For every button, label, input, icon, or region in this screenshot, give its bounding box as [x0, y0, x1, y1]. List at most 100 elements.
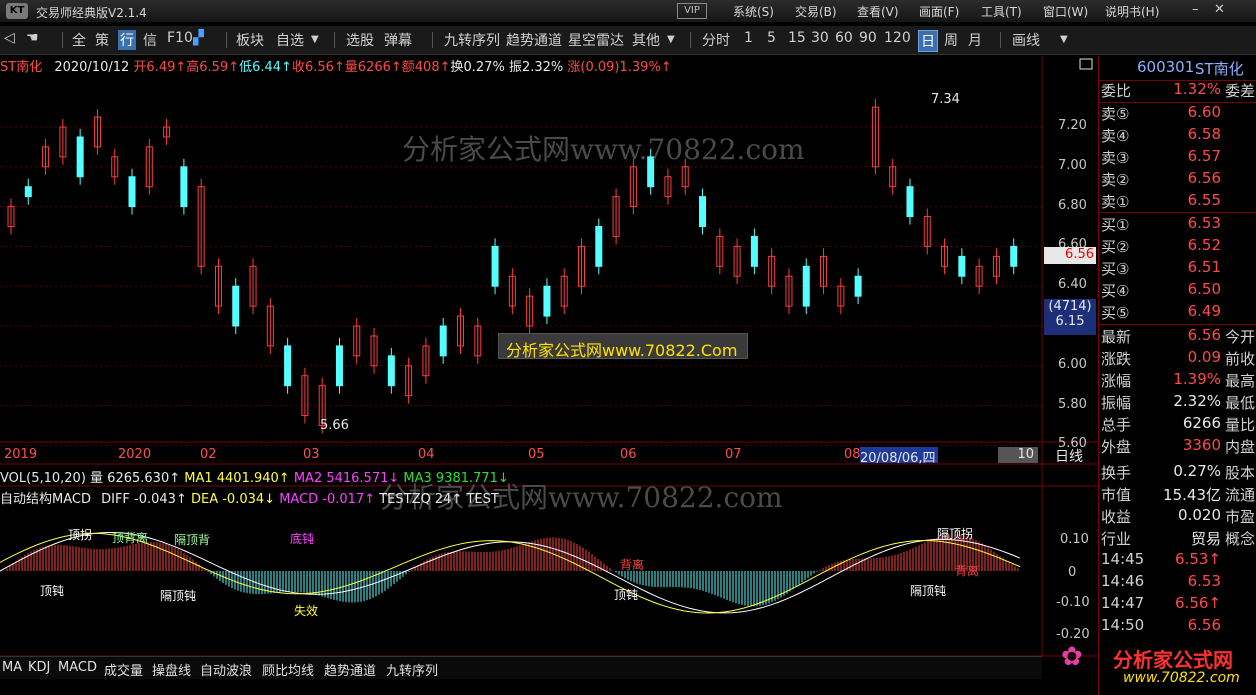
bid-row[interactable]: 买④ 6.50: [1099, 280, 1256, 302]
hand-icon[interactable]: ☚: [26, 30, 39, 46]
bid-row[interactable]: 买② 6.52: [1099, 236, 1256, 258]
menu-tools[interactable]: 工具(T): [981, 3, 1022, 20]
ask-row[interactable]: 卖② 6.56: [1099, 169, 1256, 191]
back-icon[interactable]: ◁: [4, 30, 15, 46]
macd-dea: DEA -0.034↓: [190, 492, 276, 507]
tab-nine-turn[interactable]: 九转序列: [386, 660, 438, 679]
tick-row[interactable]: 14:45 6.53↑: [1099, 550, 1256, 572]
tick-row[interactable]: 14:50 6.56: [1099, 616, 1256, 638]
stat-row[interactable]: 涨跌 0.09 前收: [1099, 348, 1256, 370]
tab-operate-line[interactable]: 操盘线: [152, 660, 191, 679]
layout-icon[interactable]: ▞: [193, 30, 204, 46]
ask-row[interactable]: 卖⑤ 6.60: [1099, 103, 1256, 125]
tab-auto-wave[interactable]: 自动波浪: [200, 660, 252, 679]
tb-danmaku[interactable]: 弹幕: [384, 30, 412, 50]
tab-macd[interactable]: MACD: [58, 660, 97, 675]
stat-row[interactable]: 外盘 3360 内盘: [1099, 436, 1256, 458]
stat-row[interactable]: 总手 6266 量比: [1099, 414, 1256, 436]
chevron-down-icon[interactable]: ▼: [667, 34, 675, 45]
period-15[interactable]: 15: [788, 30, 806, 46]
candle: [595, 226, 603, 267]
row-value: 贸易: [1190, 530, 1221, 548]
tick-row[interactable]: 14:47 6.56↑: [1099, 594, 1256, 616]
row-value: 0.09: [1187, 348, 1221, 366]
tb-draw[interactable]: 画线: [1012, 30, 1040, 50]
chevron-down-icon[interactable]: ▼: [1060, 34, 1068, 45]
period-30[interactable]: 30: [811, 30, 829, 46]
stat-row[interactable]: 行业 贸易 概念: [1099, 528, 1256, 550]
period-intraday[interactable]: 分时: [702, 30, 730, 50]
stat-row[interactable]: 市值 15.43亿 流通: [1099, 484, 1256, 506]
tb-all[interactable]: 全: [72, 30, 86, 50]
chevron-down-icon[interactable]: ▼: [311, 34, 319, 45]
row-label: 换手: [1101, 464, 1132, 482]
row-value: 6.56: [1187, 326, 1221, 344]
vol-label[interactable]: VOL(5,10,20): [0, 471, 86, 486]
stat-row[interactable]: 振幅 2.32% 最低: [1099, 392, 1256, 414]
close-icon[interactable]: ✕: [1214, 2, 1225, 17]
tb-watchlist[interactable]: 自选: [276, 30, 304, 50]
date-xtick: 2020: [118, 447, 152, 462]
macd-title[interactable]: 自动结构MACD: [0, 492, 91, 507]
menu-help[interactable]: 说明书(H): [1105, 3, 1159, 20]
tb-nine-turn[interactable]: 九转序列: [444, 30, 500, 50]
period-day[interactable]: 日: [918, 30, 938, 52]
zoom-box[interactable]: 10: [998, 447, 1038, 463]
row-value: 6.53: [1187, 572, 1221, 590]
diff-line: [0, 531, 1021, 614]
vol-ma3: MA3 9381.771↓: [403, 471, 509, 486]
row-value: 0.27%: [1173, 462, 1221, 480]
tab-trend-channel[interactable]: 趋势通道: [324, 660, 376, 679]
tb-sector[interactable]: 板块: [236, 30, 264, 50]
ask-row[interactable]: 卖① 6.55: [1099, 191, 1256, 213]
tick-row[interactable]: 14:46 6.53: [1099, 572, 1256, 594]
tb-info[interactable]: 信: [143, 30, 157, 50]
menu-window[interactable]: 窗口(W): [1043, 3, 1088, 20]
tb-radar[interactable]: 星空雷达: [568, 30, 624, 50]
ad-banner-text[interactable]: 分析家公式网www.70822.Com: [506, 337, 737, 361]
period-120[interactable]: 120: [884, 30, 911, 46]
stat-row[interactable]: 收益 0.020 市盈: [1099, 506, 1256, 528]
period-60[interactable]: 60: [835, 30, 853, 46]
vip-badge[interactable]: VIP: [677, 3, 707, 19]
maximize-icon[interactable]: [1079, 58, 1093, 70]
menu-trade[interactable]: 交易(B): [795, 3, 837, 20]
tab-guppy[interactable]: 顾比均线: [262, 660, 314, 679]
tb-f10[interactable]: F10: [167, 30, 193, 46]
tb-quote[interactable]: 行: [118, 30, 136, 50]
vol-ma2: MA2 5416.571↓: [293, 471, 400, 486]
bid-row[interactable]: 买③ 6.51: [1099, 258, 1256, 280]
stat-row[interactable]: 涨幅 1.39% 最高: [1099, 370, 1256, 392]
macd-annotation: 隔顶背: [174, 533, 211, 547]
period-week[interactable]: 周: [944, 30, 958, 50]
minimize-icon[interactable]: –: [1192, 2, 1199, 17]
date-xtick: 03: [303, 447, 320, 462]
tb-screener[interactable]: 选股: [346, 30, 374, 50]
menu-view[interactable]: 查看(V): [857, 3, 899, 20]
tb-strategy[interactable]: 策: [95, 30, 109, 50]
ad-banner[interactable]: 分析家公式网www.70822.Com: [498, 333, 748, 361]
period-month[interactable]: 月: [968, 30, 982, 50]
ask-row[interactable]: 卖④ 6.58: [1099, 125, 1256, 147]
ask-row[interactable]: 卖③ 6.57: [1099, 147, 1256, 169]
tab-volume[interactable]: 成交量: [104, 660, 143, 679]
row-value: 0.020: [1178, 506, 1221, 524]
date-xtick: 05: [528, 447, 545, 462]
period-1[interactable]: 1: [744, 30, 753, 46]
tab-kdj[interactable]: KDJ: [28, 660, 50, 675]
menu-screen[interactable]: 画面(F): [919, 3, 959, 20]
quote-panel: 600301 ST南化 委比 1.32% 委差 卖⑤ 6.60 卖④ 6.58 卖③ 6.…: [1061, 56, 1256, 695]
row-label-right: 最低: [1224, 394, 1255, 412]
tb-trend-channel[interactable]: 趋势通道: [506, 30, 562, 50]
stat-row[interactable]: 最新 6.56 今开: [1099, 326, 1256, 348]
menu-system[interactable]: 系统(S): [733, 3, 774, 20]
period-90[interactable]: 90: [859, 30, 877, 46]
stat-row[interactable]: 换手 0.27% 股本: [1099, 462, 1256, 484]
bid-row[interactable]: 买① 6.53: [1099, 214, 1256, 236]
row-value: 6266: [1182, 414, 1221, 432]
tb-other[interactable]: 其他: [632, 30, 660, 50]
tab-ma[interactable]: MA: [2, 660, 22, 675]
bid-row[interactable]: 买⑤ 6.49: [1099, 302, 1256, 324]
period-5[interactable]: 5: [767, 30, 776, 46]
row-label: 14:46: [1101, 572, 1145, 590]
